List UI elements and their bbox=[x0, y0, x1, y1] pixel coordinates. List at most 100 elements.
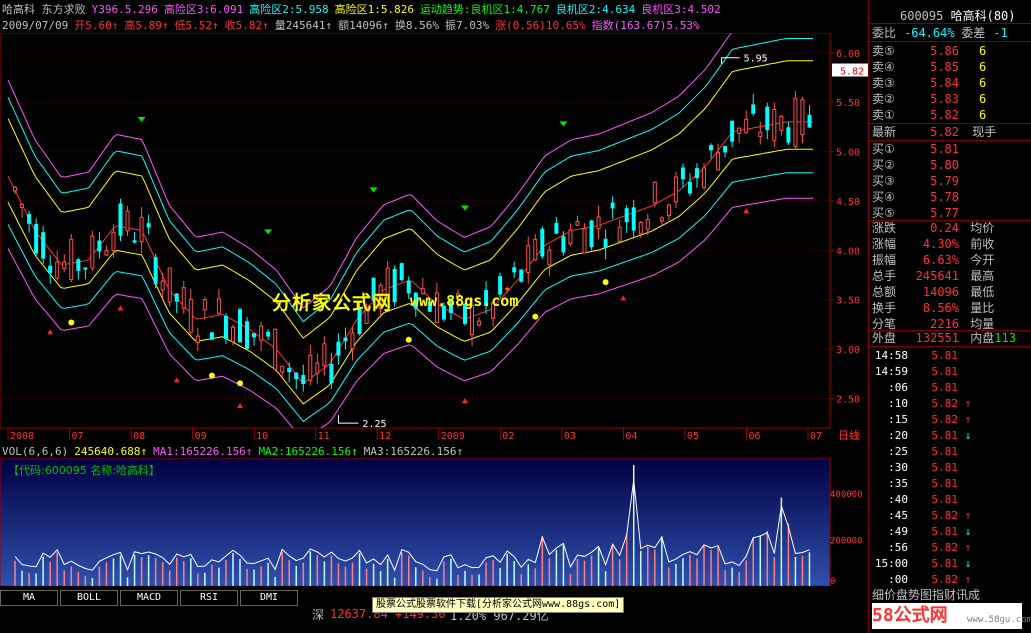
buy-signal-icon bbox=[173, 377, 180, 383]
candle bbox=[540, 228, 545, 257]
stat-row: 涨幅 4.30% 前收 bbox=[872, 237, 995, 251]
header-item: 高险区1:5.826 bbox=[334, 3, 414, 16]
candle bbox=[793, 97, 798, 147]
tick-row: :10 5.82 ↑ bbox=[888, 397, 972, 410]
price-tick-label: 3.00 bbox=[836, 345, 860, 356]
header-item: 开5.60↑ bbox=[74, 19, 119, 32]
candle bbox=[737, 127, 742, 134]
tab-ma[interactable]: MA bbox=[0, 590, 58, 606]
date-label: 02 bbox=[502, 431, 514, 442]
header-item: 高险区2:5.958 bbox=[249, 3, 329, 16]
current-price-label: 5.82 bbox=[840, 67, 864, 78]
candle bbox=[230, 326, 235, 343]
stat-row: 振幅 6.63% 今开 bbox=[872, 253, 995, 267]
high-annotation: 5.95 bbox=[744, 54, 768, 65]
candle bbox=[645, 218, 650, 230]
tick-row: :06 5.81 bbox=[888, 381, 958, 394]
candle bbox=[519, 269, 524, 282]
candle bbox=[118, 203, 123, 236]
candle bbox=[526, 245, 531, 273]
header-item: 良机区3:4.502 bbox=[641, 3, 721, 16]
signal-dot-icon bbox=[602, 279, 609, 286]
tab-rsi[interactable]: RSI bbox=[180, 590, 238, 606]
indicator-tabs: MA BOLL MACD RSI DMI bbox=[0, 590, 300, 606]
tick-row: :35 5.81 bbox=[888, 477, 958, 490]
candle bbox=[709, 145, 714, 151]
date-axis: 2008 07 08 09 10 11 12 2009 02 03 04 05 06 07 日线 bbox=[0, 428, 860, 442]
outer-inner-row: 外盘 132551 内盘113 bbox=[872, 331, 1016, 345]
volume-background bbox=[0, 458, 830, 586]
buy-signal-icon bbox=[237, 402, 244, 408]
buy-signal-icon bbox=[47, 329, 54, 335]
chart-frame bbox=[0, 33, 830, 428]
date-label: 10 bbox=[256, 431, 268, 442]
price-tick-label: 6.00 bbox=[836, 49, 860, 60]
candle bbox=[266, 331, 271, 337]
ask-row: 卖③ 5.84 6 bbox=[872, 76, 987, 90]
volume-axis: 400000 200000 0 bbox=[830, 458, 863, 586]
price-tick-label: 5.00 bbox=[836, 148, 860, 159]
date-label: 05 bbox=[687, 431, 699, 442]
buy-signal-icon bbox=[743, 208, 750, 214]
bid-row: 买① 5.81 bbox=[872, 142, 959, 156]
candle bbox=[195, 335, 200, 343]
ask-row: 卖④ 5.85 6 bbox=[872, 60, 987, 74]
header-item: 良机区2:4.634 bbox=[555, 3, 636, 16]
candle bbox=[561, 236, 566, 253]
header-item: 高5.89↑ bbox=[124, 19, 169, 32]
buy-signal-icon bbox=[117, 305, 124, 311]
candle bbox=[188, 298, 193, 333]
candle bbox=[343, 337, 348, 342]
tab-macd[interactable]: MACD bbox=[120, 590, 178, 606]
candle bbox=[20, 203, 25, 208]
candle bbox=[315, 362, 320, 374]
price-chart[interactable]: 5.95 2.25 bbox=[0, 33, 830, 428]
tab-boll[interactable]: BOLL bbox=[60, 590, 118, 606]
candle bbox=[589, 220, 594, 248]
candle bbox=[181, 287, 186, 309]
last-price-row: 最新 5.82 现手 bbox=[872, 125, 997, 139]
sell-signal-icon bbox=[559, 121, 568, 127]
volume-label: VOL(6,6,6) bbox=[2, 445, 69, 458]
sell-signal-icon bbox=[137, 116, 146, 122]
date-label: 09 bbox=[195, 431, 207, 442]
candle bbox=[765, 106, 770, 131]
candle bbox=[547, 249, 552, 266]
tab-dmi[interactable]: DMI bbox=[240, 590, 298, 606]
candle bbox=[146, 223, 151, 228]
candle bbox=[702, 167, 707, 188]
candle bbox=[329, 363, 334, 383]
candle bbox=[41, 232, 46, 259]
stock-title: 600095 哈高科(80) bbox=[900, 9, 1016, 23]
stat-row: 涨跌 0.24 均价 bbox=[872, 221, 995, 235]
sell-signal-icon bbox=[369, 187, 378, 193]
date-label: 07 bbox=[810, 431, 822, 442]
price-tick-label: 2.50 bbox=[836, 394, 860, 405]
volume-code-label: 【代码:600095 名称:哈高科】 bbox=[8, 463, 160, 477]
volume-value: 245640.688↑ bbox=[74, 445, 148, 458]
date-label: 11 bbox=[318, 431, 330, 442]
stat-row: 总手 245641 最高 bbox=[872, 269, 995, 283]
price-tick-label: 4.50 bbox=[836, 197, 860, 208]
candle bbox=[259, 325, 264, 341]
volume-chart[interactable]: 【代码:600095 名称:哈高科】 bbox=[0, 458, 830, 586]
tick-row: 15:00 5.81 ↓ bbox=[874, 557, 972, 570]
tick-row: 14:58 5.81 bbox=[874, 349, 958, 362]
date-label: 07 bbox=[72, 431, 84, 442]
tick-row: :40 5.81 bbox=[888, 493, 958, 506]
candle bbox=[807, 114, 812, 128]
candle bbox=[125, 210, 130, 232]
candle bbox=[582, 228, 587, 254]
candle bbox=[687, 181, 692, 194]
candle bbox=[554, 222, 559, 234]
candle bbox=[568, 229, 573, 245]
order-ratio-row: 委比 -64.64% 委差 -1 bbox=[872, 26, 1008, 40]
price-axis: 6.00 5.50 5.00 4.50 4.00 3.50 3.00 2.50 5.82 bbox=[830, 33, 868, 428]
candle bbox=[223, 316, 228, 339]
panel-bottom-tabs[interactable]: 细价盘势图指财讯成 bbox=[872, 587, 980, 603]
ad-banner[interactable]: 股票公式股票软件下载[分析家公式网www.88gs.com] bbox=[372, 597, 625, 613]
index-name: 深 bbox=[312, 608, 325, 622]
candle bbox=[694, 168, 699, 179]
bid-row: 买② 5.80 bbox=[872, 158, 959, 172]
volume-tick-label: 200000 bbox=[830, 536, 863, 546]
